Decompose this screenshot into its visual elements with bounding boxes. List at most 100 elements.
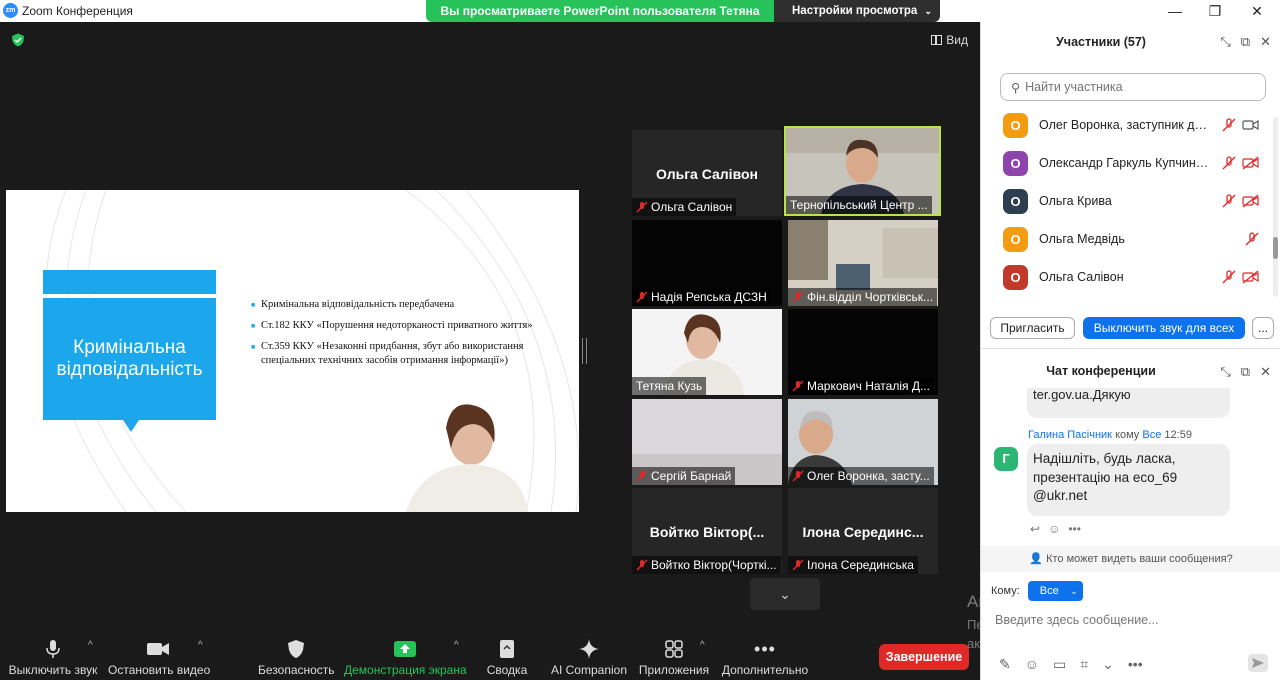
to-label: Кому: xyxy=(991,585,1020,597)
avatar: О xyxy=(1003,226,1028,252)
video-options-caret[interactable]: ^ xyxy=(198,640,203,651)
share-screen-label: Демонстрация экрана xyxy=(344,663,467,677)
restore-button[interactable]: ❐ xyxy=(1195,1,1235,21)
participant-tile[interactable]: Маркович Наталія Д... xyxy=(788,309,938,395)
screenshot-icon[interactable]: ⌗ xyxy=(1080,656,1088,673)
invite-button[interactable]: Пригласить xyxy=(990,317,1075,339)
participant-tile[interactable]: Ольга Салівон Ольга Салівон xyxy=(632,130,782,216)
participant-name: Олег Воронка, заступник дире... xyxy=(1039,118,1214,132)
more-dots-icon[interactable]: ••• xyxy=(1068,522,1081,536)
send-button[interactable] xyxy=(1248,654,1268,672)
mic-muted-icon xyxy=(636,470,648,482)
stop-video-button[interactable]: Остановить видео xyxy=(108,638,210,677)
participant-name: Олександр Гаркуль Купчинец... xyxy=(1039,156,1214,170)
pop-out-icon[interactable]: ⧉ xyxy=(1241,34,1250,50)
close-icon[interactable]: ✕ xyxy=(1260,34,1271,50)
split-resize-handle[interactable] xyxy=(582,338,587,364)
mute-label: Выключить звук xyxy=(8,663,98,677)
pop-out-icon[interactable]: ⧉ xyxy=(1241,364,1250,380)
view-settings-dropdown[interactable]: Настройки просмотра ⌄ xyxy=(774,0,940,22)
reply-icon[interactable]: ↩ xyxy=(1030,522,1040,536)
ai-companion-button[interactable]: AI Companion xyxy=(546,638,632,677)
apps-options-caret[interactable]: ^ xyxy=(700,640,705,651)
participant-row[interactable]: О Ольга Медвідь xyxy=(981,220,1271,258)
end-meeting-button[interactable]: Завершение xyxy=(879,644,969,670)
participant-tile[interactable]: Сергій Барнай xyxy=(632,399,782,485)
participant-tile-active-speaker[interactable]: Тернопільський Центр ... xyxy=(784,126,941,216)
audio-options-caret[interactable]: ^ xyxy=(88,640,93,651)
gallery-next-page-button[interactable]: ⌄ xyxy=(750,578,820,610)
avatar: О xyxy=(1003,264,1028,290)
participants-scrollbar[interactable] xyxy=(1273,117,1278,297)
avatar: О xyxy=(1003,112,1028,138)
chat-tools: ✎ ☺ ▭ ⌗ ⌄ ••• xyxy=(999,656,1143,673)
participant-row[interactable]: О Ольга Салівон xyxy=(981,258,1271,296)
emoji-icon[interactable]: ☺ xyxy=(1025,656,1039,673)
tile-label: Сергій Барнай xyxy=(632,467,736,485)
file-attach-icon[interactable]: ▭ xyxy=(1053,656,1066,673)
recipient-select[interactable]: Все ⌄ xyxy=(1027,581,1083,601)
meeting-toolbar: Выключить звук ^ Остановить видео ^ Безо… xyxy=(0,630,980,680)
more-dots-icon[interactable]: ••• xyxy=(1128,656,1143,673)
share-screen-icon xyxy=(394,641,416,657)
who-can-see-link[interactable]: 👤 Кто может видеть ваши сообщения? xyxy=(981,546,1280,572)
participant-row[interactable]: О Олег Воронка, заступник дире... xyxy=(981,106,1271,144)
participant-tile[interactable]: Надія Репська ДСЗН xyxy=(632,220,782,306)
participant-search[interactable]: ⚲ xyxy=(1000,73,1266,101)
summary-button[interactable]: Сводка xyxy=(482,638,532,677)
tile-label: Тетяна Кузь xyxy=(632,377,707,395)
chat-message-meta: Галина Пасічник кому Все 12:59 xyxy=(1028,429,1192,441)
send-icon xyxy=(1252,658,1264,668)
avatar: О xyxy=(1003,188,1028,214)
search-input[interactable] xyxy=(1025,80,1256,94)
video-camera-icon xyxy=(147,643,169,655)
scrollbar-thumb[interactable] xyxy=(1273,237,1278,259)
tile-label-text: Ольга Салівон xyxy=(651,200,733,214)
participants-more-button[interactable]: ... xyxy=(1252,317,1274,339)
avatar: Г xyxy=(994,447,1018,471)
person-icon: 👤 xyxy=(1029,553,1044,565)
mute-button[interactable]: Выключить звук xyxy=(8,638,98,677)
chat-message-bubble: Надішліть, будь ласка, презентацію на ec… xyxy=(1027,444,1230,516)
shield-icon xyxy=(288,640,304,658)
participant-tile[interactable]: Ілона Серединс... Ілона Серединська xyxy=(788,488,938,574)
participant-name: Ольга Крива xyxy=(1039,194,1112,208)
format-text-icon[interactable]: ✎ xyxy=(999,656,1011,673)
zoom-window: zm Zoom Конференция — ❐ ✕ Вы просматрива… xyxy=(0,0,1280,680)
chat-sender[interactable]: Галина Пасічник xyxy=(1028,429,1112,441)
chat-message-bubble: ter.gov.ua.Дякую xyxy=(1027,388,1230,418)
chevron-down-icon[interactable]: ⌄ xyxy=(1102,656,1114,673)
participant-tile[interactable]: Олег Воронка, засту... xyxy=(788,399,938,485)
more-button[interactable]: ••• Дополнительно xyxy=(720,638,810,678)
chat-message-line: @ukr.net xyxy=(1033,488,1088,503)
collapse-icon[interactable]: ⤡ xyxy=(1220,34,1230,50)
participant-row[interactable]: О Ольга Крива xyxy=(981,182,1271,220)
participant-tile[interactable]: Тетяна Кузь xyxy=(632,309,782,395)
close-icon[interactable]: ✕ xyxy=(1260,364,1271,380)
video-off-icon xyxy=(1242,270,1259,284)
panel-divider xyxy=(981,348,1280,349)
search-icon: ⚲ xyxy=(1011,80,1021,95)
tile-label: Надія Репська ДСЗН xyxy=(632,288,771,306)
slide-bullet: Кримінальна відповідальність передбачена xyxy=(251,298,541,312)
tile-label: Олег Воронка, засту... xyxy=(788,467,934,485)
participant-row[interactable]: О Олександр Гаркуль Купчинец... xyxy=(981,144,1271,182)
participant-tile[interactable]: Войтко Віктор(... Войтко Віктор(Чорткі..… xyxy=(632,488,782,574)
side-panel: Участники (57) ⤡ ⧉ ✕ ⚲ О Олег Воронка, з… xyxy=(980,22,1280,680)
security-button[interactable]: Безопасность xyxy=(258,638,335,677)
summary-document-icon xyxy=(500,640,514,658)
mute-all-button[interactable]: Выключить звук для всех xyxy=(1083,317,1245,339)
view-button[interactable]: Вид xyxy=(931,33,968,47)
mic-muted-icon xyxy=(1222,118,1236,132)
minimize-button[interactable]: — xyxy=(1155,1,1195,21)
emoji-reaction-icon[interactable]: ☺ xyxy=(1048,522,1060,536)
share-screen-button[interactable]: Демонстрация экрана xyxy=(344,638,467,677)
tile-label-text: Олег Воронка, засту... xyxy=(807,469,930,483)
close-button[interactable]: ✕ xyxy=(1237,1,1277,21)
collapse-icon[interactable]: ⤡ xyxy=(1220,364,1230,380)
chat-message-input[interactable] xyxy=(995,610,1265,630)
summary-label: Сводка xyxy=(486,663,528,677)
participant-tile[interactable]: Фін.відділ Чортківськ... xyxy=(788,220,938,306)
encryption-shield-icon xyxy=(12,33,24,47)
share-options-caret[interactable]: ^ xyxy=(454,640,459,651)
